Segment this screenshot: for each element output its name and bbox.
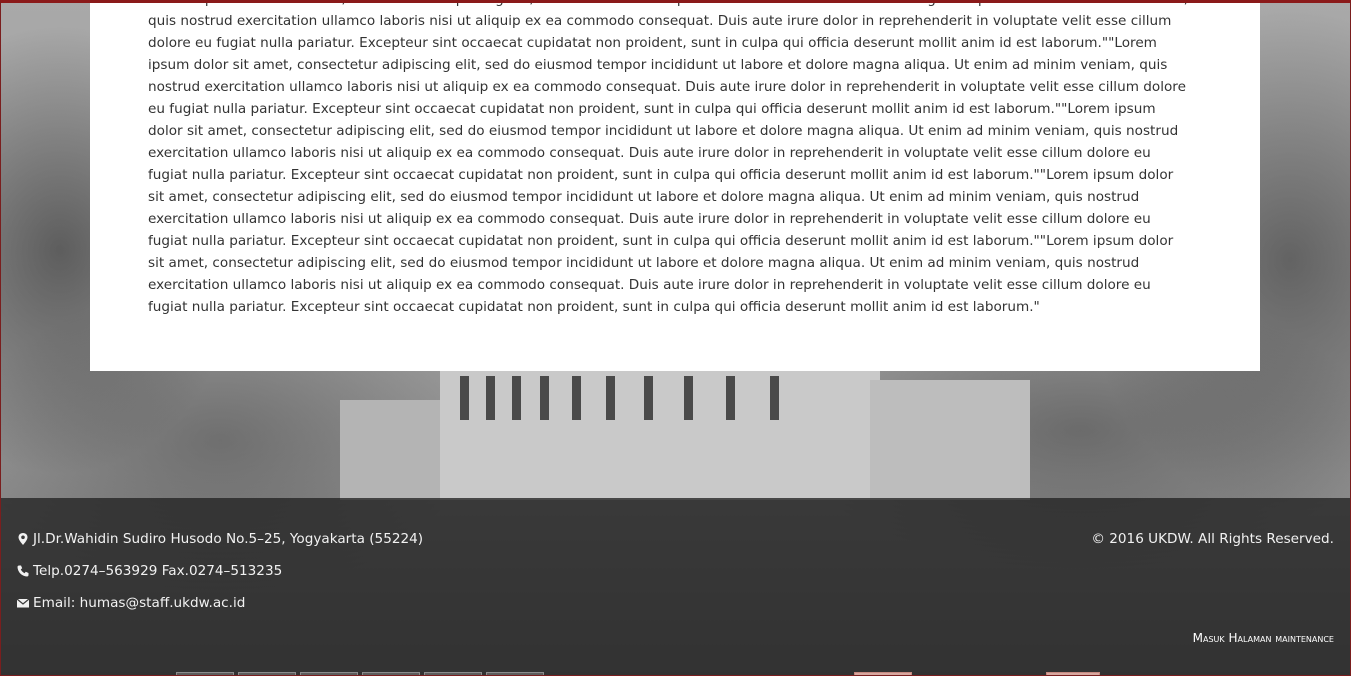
envelope-icon bbox=[16, 596, 30, 610]
site-footer: Jl.Dr.Wahidin Sudiro Husodo No.5–25, Yog… bbox=[0, 498, 1351, 676]
phone-icon bbox=[16, 564, 30, 578]
footer-phone: Telp.0274–563929 Fax.0274–513235 bbox=[16, 563, 282, 579]
footer-copyright: © 2016 UKDW. All Rights Reserved. bbox=[1091, 531, 1334, 547]
maintenance-login-link[interactable]: Masuk Halaman maintenance bbox=[1193, 631, 1334, 645]
content-body-text: "Lorem ipsum dolor sit amet, consectetur… bbox=[148, 0, 1188, 315]
background-building-center bbox=[440, 370, 880, 500]
building-window bbox=[606, 376, 615, 420]
footer-phone-text: Telp.0274–563929 Fax.0274–513235 bbox=[33, 563, 283, 579]
building-window bbox=[726, 376, 735, 420]
building-window bbox=[540, 376, 549, 420]
building-window bbox=[460, 376, 469, 420]
building-window bbox=[644, 376, 653, 420]
bottom-tab[interactable] bbox=[238, 672, 296, 676]
bottom-tab[interactable] bbox=[486, 672, 544, 676]
bottom-tab[interactable] bbox=[362, 672, 420, 676]
content-panel: "Lorem ipsum dolor sit amet, consectetur… bbox=[90, 0, 1260, 371]
background-building-right bbox=[870, 380, 1030, 500]
map-marker-icon bbox=[16, 532, 30, 546]
footer-email-text[interactable]: Email: humas@staff.ukdw.ac.id bbox=[33, 595, 245, 611]
bottom-tab[interactable] bbox=[300, 672, 358, 676]
bottom-tab[interactable] bbox=[424, 672, 482, 676]
building-window bbox=[770, 376, 779, 420]
building-window bbox=[684, 376, 693, 420]
footer-address: Jl.Dr.Wahidin Sudiro Husodo No.5–25, Yog… bbox=[16, 531, 423, 547]
building-window bbox=[512, 376, 521, 420]
building-window bbox=[486, 376, 495, 420]
background-building-left bbox=[340, 400, 450, 500]
footer-email: Email: humas@staff.ukdw.ac.id bbox=[16, 595, 245, 611]
bottom-tab-strip bbox=[0, 670, 1351, 676]
bottom-tab[interactable] bbox=[854, 672, 912, 676]
building-window bbox=[572, 376, 581, 420]
footer-address-text: Jl.Dr.Wahidin Sudiro Husodo No.5–25, Yog… bbox=[33, 531, 424, 547]
bottom-tab[interactable] bbox=[1046, 672, 1100, 676]
bottom-tab[interactable] bbox=[176, 672, 234, 676]
